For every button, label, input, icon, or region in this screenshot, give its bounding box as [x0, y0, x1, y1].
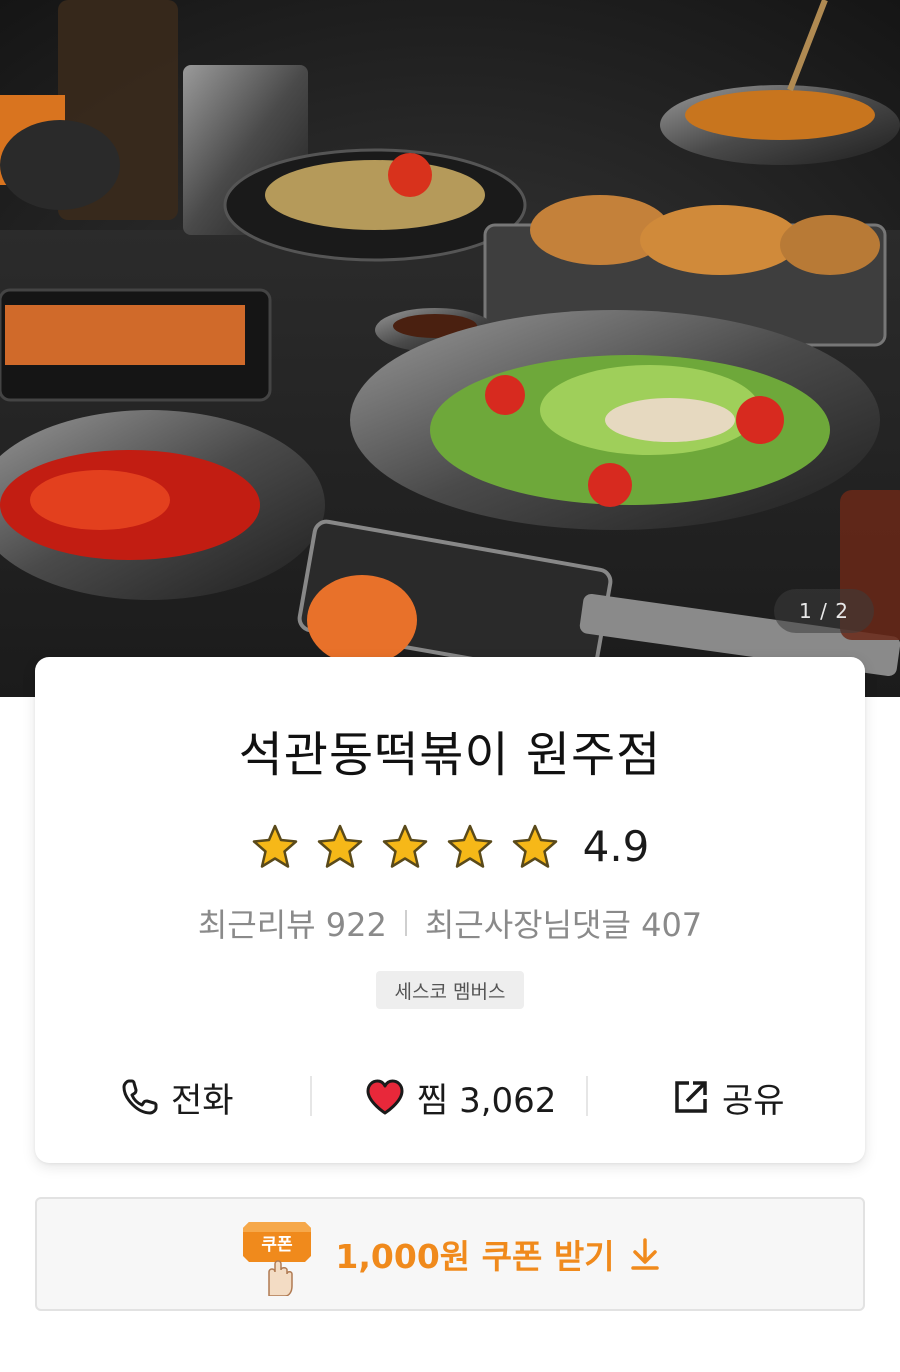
- coupon-tag-text: 쿠폰: [262, 1235, 294, 1255]
- hero-food-photo[interactable]: 1 / 2: [0, 0, 900, 697]
- star-icon: [447, 824, 492, 868]
- call-button[interactable]: 전화: [121, 1062, 234, 1132]
- recent-reviews-link[interactable]: 최근리뷰 922: [198, 900, 387, 946]
- divider: [404, 910, 407, 936]
- star-icon: [512, 824, 557, 868]
- coupon-label: 1,000원 쿠폰 받기: [335, 1237, 615, 1276]
- share-icon: [675, 1081, 707, 1113]
- heart-icon: [366, 1079, 404, 1115]
- cesco-member-badge: 세스코 멤버스: [376, 971, 524, 1009]
- food-photo-illustration: [0, 0, 900, 697]
- like-label: 찜 3,062: [417, 1080, 557, 1121]
- coupon-hand-icon: 쿠폰: [243, 1222, 312, 1296]
- like-button[interactable]: 찜 3,062: [365, 1062, 556, 1132]
- share-button[interactable]: 공유: [672, 1062, 785, 1132]
- share-label: 공유: [722, 1080, 785, 1121]
- rating-value: 4.9: [582, 822, 650, 871]
- divider: [586, 1076, 588, 1116]
- review-stats: 최근리뷰 922 최근사장님댓글 407: [35, 900, 865, 946]
- store-info-card: 석관동떡볶이 원주점 4.9 최근리뷰 922 최근사장님댓글 407 세스코 …: [35, 657, 865, 1163]
- action-bar: 전화 찜 3,062 공유: [35, 1062, 865, 1132]
- call-label: 전화: [171, 1080, 234, 1121]
- store-name: 석관동떡볶이 원주점: [238, 727, 662, 783]
- star-icon: [252, 824, 297, 868]
- owner-replies-link[interactable]: 최근사장님댓글 407: [425, 900, 702, 946]
- rating-row: 4.9: [35, 822, 865, 871]
- coupon-download-button[interactable]: 쿠폰 1,000원 쿠폰 받기: [35, 1197, 865, 1311]
- star-icon: [382, 824, 427, 868]
- star-icon: [317, 824, 362, 868]
- divider: [310, 1076, 312, 1116]
- phone-icon: [122, 1079, 158, 1115]
- download-arrow-icon: [630, 1238, 659, 1270]
- image-page-indicator: 1 / 2: [774, 589, 874, 633]
